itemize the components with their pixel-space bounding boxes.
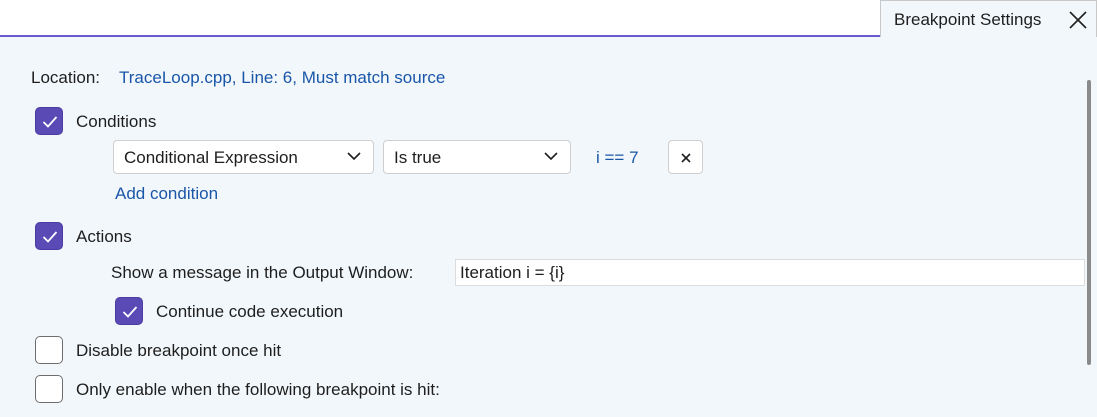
chevron-down-icon [347,152,361,161]
location-label: Location: [31,68,100,87]
tab-title: Breakpoint Settings [894,10,1042,29]
vertical-scrollbar[interactable] [1087,80,1091,365]
checkmark-icon [42,116,58,128]
actions-label: Actions [76,227,132,246]
close-icon [681,153,691,163]
add-condition-link[interactable]: Add condition [115,184,218,204]
dependent-breakpoint-checkbox[interactable] [35,375,63,403]
continue-execution-checkbox[interactable] [115,297,143,325]
condition-type-select[interactable]: Conditional Expression [113,140,374,174]
condition-type-value: Conditional Expression [124,148,298,167]
checkmark-icon [42,231,58,243]
location-link[interactable]: TraceLoop.cpp, Line: 6, Must match sourc… [119,68,445,88]
disable-once-hit-label: Disable breakpoint once hit [76,341,282,360]
dependent-breakpoint-label: Only enable when the following breakpoin… [76,380,440,399]
chevron-down-icon [544,152,558,161]
close-icon[interactable] [1067,9,1089,31]
tab-bar: Breakpoint Settings [0,0,1097,37]
actions-checkbox[interactable] [35,222,63,250]
remove-condition-button[interactable] [668,140,703,174]
condition-expression[interactable]: i == 7 [596,148,639,168]
message-label: Show a message in the Output Window: [111,263,414,282]
condition-operator-select[interactable]: Is true [383,140,571,174]
checkmark-icon [122,306,138,318]
condition-operator-value: Is true [394,148,442,167]
tab-breakpoint-settings[interactable]: Breakpoint Settings [880,0,1097,37]
continue-execution-label: Continue code execution [156,302,344,321]
message-input[interactable] [455,259,1085,286]
disable-once-hit-checkbox[interactable] [35,336,63,364]
conditions-checkbox[interactable] [35,107,63,135]
conditions-label: Conditions [76,112,157,131]
